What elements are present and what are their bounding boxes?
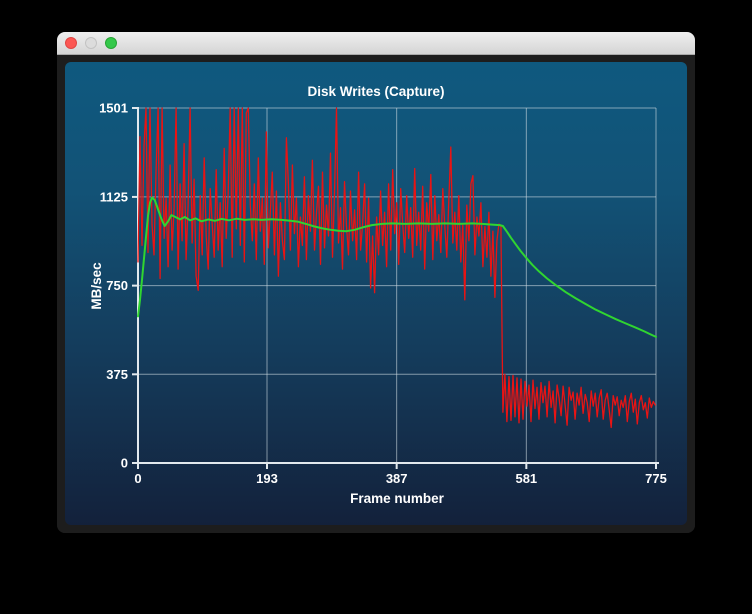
tick-marks [132,107,657,469]
desktop: { "window": { "controls": { "close_color… [0,0,752,614]
titlebar[interactable] [57,32,695,55]
zoom-button[interactable] [105,37,117,49]
y-tick-label: 1501 [99,101,128,116]
window: 0 193 387 581 775 0 375 750 1125 1501 Disk Writes… [57,32,695,533]
y-tick-label: 375 [106,367,128,382]
disk-writes-chart: 0 193 387 581 775 0 375 750 1125 1501 Disk Writes… [89,84,667,506]
y-axis-label: MB/sec [89,262,104,310]
x-tick-label: 387 [386,471,408,486]
chart-panel: 0 193 387 581 775 0 375 750 1125 1501 Disk Writes… [65,62,687,525]
y-tick-label: 0 [121,456,128,471]
grid-lines [138,107,657,463]
window-content: 0 193 387 581 775 0 375 750 1125 1501 Disk Writes… [57,55,695,533]
x-tick-label: 581 [515,471,537,486]
y-tick-label: 750 [106,278,128,293]
close-button[interactable] [65,37,77,49]
minimize-button[interactable] [85,37,97,49]
x-tick-label: 775 [645,471,667,486]
x-tick-label: 193 [256,471,278,486]
x-tick-label: 0 [134,471,141,486]
y-tick-label: 1125 [100,189,128,204]
chart-title: Disk Writes (Capture) [307,84,444,99]
x-axis-label: Frame number [350,491,445,506]
